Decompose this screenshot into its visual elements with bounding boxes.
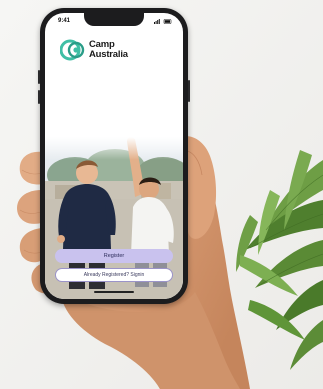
camp-australia-logo: Camp Australia <box>60 37 170 63</box>
battery-icon <box>163 19 172 24</box>
phone-screen: 9:41 Camp Australia Register Already Reg… <box>45 13 183 299</box>
camp-australia-logo-icon <box>60 39 85 61</box>
power-button <box>188 80 190 102</box>
phone-notch <box>84 13 144 26</box>
smartphone: 9:41 Camp Australia Register Already Reg… <box>38 8 190 304</box>
signal-icon <box>154 19 160 24</box>
volume-up-button <box>38 70 40 84</box>
status-time: 9:41 <box>58 18 71 24</box>
brand-line-2: Australia <box>89 49 128 60</box>
status-icons <box>154 19 172 24</box>
volume-down-button <box>38 90 40 104</box>
register-button[interactable]: Register <box>55 249 173 263</box>
home-indicator <box>94 291 134 293</box>
scene: 9:41 Camp Australia Register Already Reg… <box>0 0 323 389</box>
signin-button[interactable]: Already Registered? Signin <box>55 268 173 282</box>
